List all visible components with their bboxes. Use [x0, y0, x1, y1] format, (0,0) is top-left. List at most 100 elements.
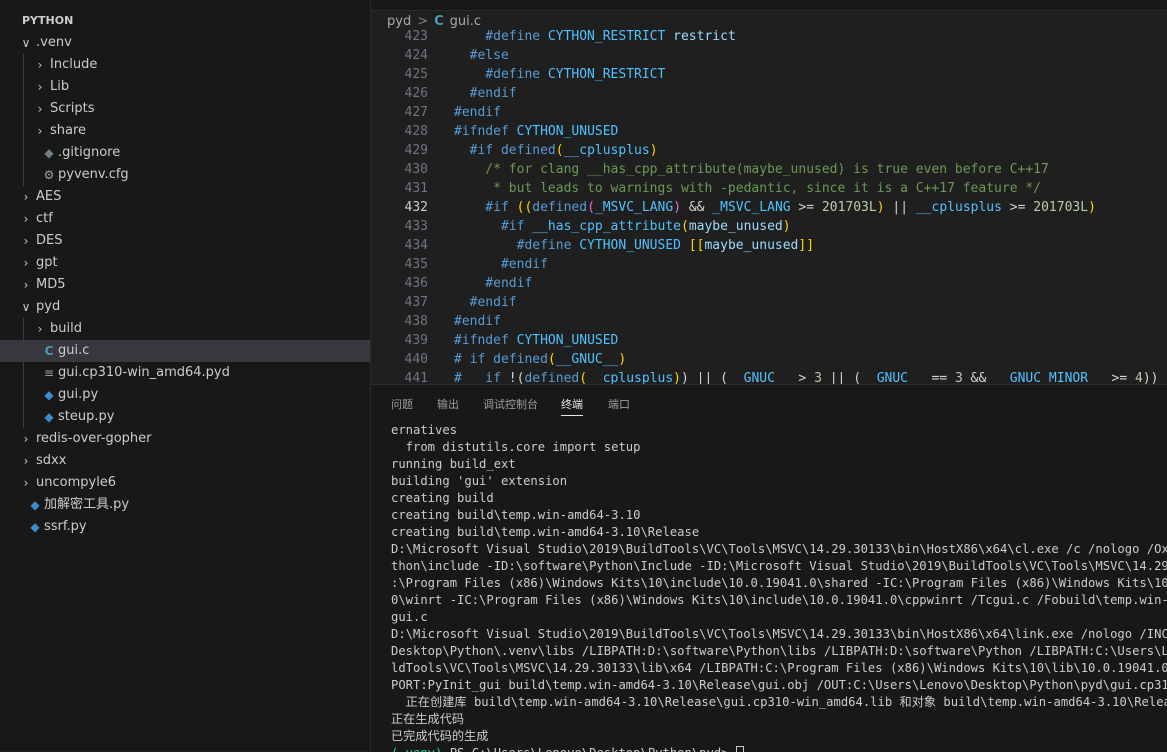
chevron-right-icon[interactable]: › [34, 54, 46, 76]
indent-guide [23, 362, 24, 384]
tree-item[interactable]: ›Scripts [0, 98, 370, 120]
chevron-right-icon[interactable]: › [34, 76, 46, 98]
tree-item[interactable]: ◆加解密工具.py [0, 494, 370, 516]
tree-item[interactable]: ›build [0, 318, 370, 340]
code-line[interactable]: 433 #if __has_cpp_attribute(maybe_unused… [371, 217, 1167, 236]
indent-guide [23, 76, 24, 98]
git-file-icon: ◆ [42, 142, 56, 164]
line-number: 432 [371, 198, 428, 217]
tree-item-label: redis-over-gopher [36, 428, 152, 450]
tree-item[interactable]: ∨pyd [0, 296, 370, 318]
terminal-output[interactable]: ernatives from distutils.core import set… [391, 422, 1167, 752]
terminal-line: D:\Microsoft Visual Studio\2019\BuildToo… [391, 626, 1167, 643]
chevron-right-icon[interactable]: › [20, 230, 32, 252]
tree-item[interactable]: ›redis-over-gopher [0, 428, 370, 450]
code-line[interactable]: 423 #define CYTHON_RESTRICT restrict [371, 27, 1167, 46]
code-token: defined [501, 143, 556, 158]
tree-item-label: ssrf.py [44, 516, 87, 538]
chevron-right-icon[interactable]: › [34, 120, 46, 142]
code-view[interactable]: 423 #define CYTHON_RESTRICT restrict424 … [371, 27, 1167, 384]
code-token: CYTHON_RESTRICT [548, 67, 665, 82]
gear-icon: ⚙ [42, 164, 56, 186]
code-token: >= [1104, 371, 1135, 384]
tree-item[interactable]: ◆.gitignore [0, 142, 370, 164]
file-icon: ≡ [42, 362, 56, 384]
tree-item[interactable]: ∨.venv [0, 32, 370, 54]
tab-problems[interactable]: 问题 [391, 396, 413, 412]
chevron-right-icon[interactable]: › [20, 428, 32, 450]
code-token: ) [877, 200, 885, 215]
code-token: 201703L [822, 200, 877, 215]
tree-item[interactable]: ›Include [0, 54, 370, 76]
code-text: #else [454, 46, 509, 65]
code-token: #define [454, 29, 548, 44]
code-token: ( [579, 371, 587, 384]
tree-item-label: pyd [36, 296, 60, 318]
code-text: #define CYTHON_RESTRICT restrict [454, 27, 736, 46]
code-token: _MSVC [595, 200, 634, 215]
code-line[interactable]: 424 #else [371, 46, 1167, 65]
code-line[interactable]: 434 #define CYTHON_UNUSED [[maybe_unused… [371, 236, 1167, 255]
chevron-right-icon[interactable]: › [20, 208, 32, 230]
code-line[interactable]: 436 #endif [371, 274, 1167, 293]
code-line[interactable]: 439#ifndef CYTHON_UNUSED [371, 331, 1167, 350]
code-line[interactable]: 425 #define CYTHON_RESTRICT [371, 65, 1167, 84]
code-line[interactable]: 427#endif [371, 103, 1167, 122]
chevron-right-icon[interactable]: › [20, 472, 32, 494]
chevron-right-icon[interactable]: › [20, 274, 32, 296]
code-text: #define CYTHON_RESTRICT [454, 65, 665, 84]
code-token: * but leads to warnings with -pedantic, … [454, 181, 1041, 196]
code-token: maybe_unused [689, 219, 783, 234]
tree-item[interactable]: ›AES [0, 186, 370, 208]
code-line[interactable]: 435 #endif [371, 255, 1167, 274]
tab-debug-console[interactable]: 调试控制台 [483, 396, 538, 412]
tree-item[interactable]: ›gpt [0, 252, 370, 274]
code-token: ]] [798, 238, 814, 253]
tab-ports[interactable]: 端口 [608, 396, 630, 412]
chevron-down-icon[interactable]: ∨ [20, 32, 32, 54]
code-token: ) [783, 219, 791, 234]
code-token: __GNUC_MINOR__ [994, 371, 1104, 384]
tree-item[interactable]: ›DES [0, 230, 370, 252]
code-token: __has_cpp_attribute [532, 219, 681, 234]
tree-item[interactable]: ›MD5 [0, 274, 370, 296]
code-line[interactable]: 429 #if defined(__cplusplus) [371, 141, 1167, 160]
tree-item[interactable]: ◆gui.py [0, 384, 370, 406]
code-line[interactable]: 441# if !(defined(__cplusplus)) || (__GN… [371, 369, 1167, 384]
code-token: ) [1088, 200, 1096, 215]
code-line[interactable]: 437 #endif [371, 293, 1167, 312]
code-token: #define [454, 67, 548, 82]
tree-item[interactable]: Cgui.c [0, 340, 370, 362]
code-line[interactable]: 440# if defined(__GNUC__) [371, 350, 1167, 369]
chevron-right-icon[interactable]: › [34, 318, 46, 340]
tree-item[interactable]: ◆steup.py [0, 406, 370, 428]
bottom-panel: 问题 输出 调试控制台 终端 端口 ernatives from distutils.c… [371, 384, 1167, 752]
tree-item[interactable]: ›ctf [0, 208, 370, 230]
tree-item[interactable]: ›uncompyle6 [0, 472, 370, 494]
line-number: 437 [371, 293, 428, 312]
chevron-down-icon[interactable]: ∨ [20, 296, 32, 318]
tree-item[interactable]: ⚙pyvenv.cfg [0, 164, 370, 186]
tree-item-label: Include [50, 54, 97, 76]
code-token: || [885, 200, 916, 215]
explorer-section-title[interactable]: PYTHON [0, 10, 370, 32]
tree-item[interactable]: ≡gui.cp310-win_amd64.pyd [0, 362, 370, 384]
code-line[interactable]: 431 * but leads to warnings with -pedant… [371, 179, 1167, 198]
tree-item[interactable]: ›share [0, 120, 370, 142]
code-line[interactable]: 430 /* for clang __has_cpp_attribute(may… [371, 160, 1167, 179]
tree-item[interactable]: ◆ssrf.py [0, 516, 370, 538]
code-line[interactable]: 428#ifndef CYTHON_UNUSED [371, 122, 1167, 141]
code-line[interactable]: 432 #if ((defined(_MSVC_LANG) && _MSVC_L… [371, 198, 1167, 217]
tree-item[interactable]: ›Lib [0, 76, 370, 98]
chevron-right-icon[interactable]: › [20, 450, 32, 472]
code-line[interactable]: 426 #endif [371, 84, 1167, 103]
chevron-right-icon[interactable]: › [20, 252, 32, 274]
chevron-right-icon[interactable]: › [34, 98, 46, 120]
code-token: #else [454, 48, 509, 63]
tree-item[interactable]: ›sdxx [0, 450, 370, 472]
chevron-right-icon[interactable]: › [20, 186, 32, 208]
tab-terminal[interactable]: 终端 [561, 396, 583, 412]
code-line[interactable]: 438#endif [371, 312, 1167, 331]
tab-output[interactable]: 输出 [437, 396, 459, 412]
prompt-env: (.venv) [391, 746, 442, 752]
